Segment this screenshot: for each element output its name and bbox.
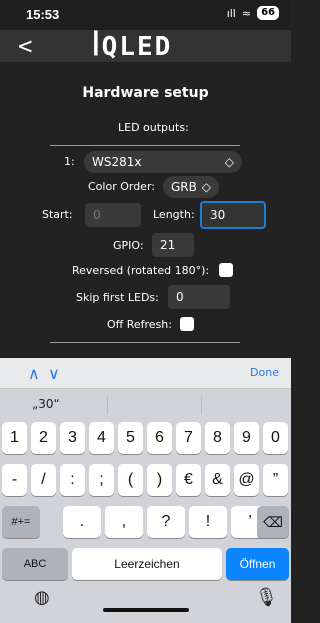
wifi-icon: ≈ bbox=[241, 6, 252, 20]
status-time: 15:53 bbox=[26, 7, 60, 22]
key-7[interactable]: 7 bbox=[176, 422, 201, 454]
hardware-setup-form: Hardware setup LED outputs: 1: WS281x ◇ … bbox=[0, 62, 291, 358]
gpio-label: GPIO: bbox=[113, 239, 144, 252]
key-semicolon[interactable]: ; bbox=[89, 464, 114, 496]
chevron-down-icon[interactable]: ∨ bbox=[48, 364, 60, 383]
globe-icon[interactable]: ◍ bbox=[34, 587, 50, 608]
color-order-label: Color Order: bbox=[88, 180, 155, 193]
key-9[interactable]: 9 bbox=[234, 422, 259, 454]
key-0[interactable]: 0 bbox=[263, 422, 288, 454]
key-paren-open[interactable]: ( bbox=[118, 464, 143, 496]
prediction-bar: „30“ bbox=[0, 388, 291, 422]
keyboard-accessory-bar: ∧ ∨ Done bbox=[0, 358, 291, 389]
key-1[interactable]: 1 bbox=[2, 422, 27, 454]
section-title: LED outputs: bbox=[118, 121, 189, 134]
start-input[interactable]: 0 bbox=[85, 203, 141, 227]
microphone-icon[interactable]: 🎙︎ bbox=[255, 587, 278, 608]
key-5[interactable]: 5 bbox=[118, 422, 143, 454]
space-key[interactable]: Leerzeichen bbox=[72, 548, 222, 580]
key-quote[interactable]: ” bbox=[263, 464, 288, 496]
key-colon[interactable]: : bbox=[60, 464, 85, 496]
signal-icon: ıll bbox=[226, 6, 236, 20]
back-button[interactable]: < bbox=[18, 32, 32, 60]
prediction-separator bbox=[107, 396, 108, 414]
divider bbox=[50, 145, 240, 146]
key-2[interactable]: 2 bbox=[31, 422, 56, 454]
open-key[interactable]: Öffnen bbox=[226, 548, 289, 580]
key-comma[interactable]: , bbox=[105, 506, 143, 538]
off-refresh-label: Off Refresh: bbox=[107, 318, 172, 331]
key-dash[interactable]: - bbox=[2, 464, 27, 496]
start-label: Start: bbox=[42, 208, 73, 221]
gpio-input[interactable]: 21 bbox=[152, 233, 194, 257]
key-more-symbols[interactable]: #+= bbox=[2, 506, 40, 538]
key-paren-close[interactable]: ) bbox=[147, 464, 172, 496]
reversed-label: Reversed (rotated 180°): bbox=[72, 264, 210, 277]
length-input[interactable]: 30 bbox=[200, 201, 266, 229]
abc-key[interactable]: ABC bbox=[2, 548, 68, 580]
app-logo: ꟾQLED bbox=[92, 32, 173, 62]
led-index-label: 1: bbox=[64, 155, 75, 168]
reversed-checkbox[interactable] bbox=[219, 263, 233, 277]
done-button[interactable]: Done bbox=[250, 366, 279, 379]
key-8[interactable]: 8 bbox=[205, 422, 230, 454]
prediction-word[interactable]: „30“ bbox=[32, 397, 60, 411]
key-question[interactable]: ? bbox=[147, 506, 185, 538]
status-bar: 15:53 ıll ≈ 66 bbox=[0, 0, 291, 30]
status-right: ıll ≈ 66 bbox=[227, 6, 279, 20]
page-title: Hardware setup bbox=[82, 85, 209, 101]
keyboard: ∧ ∨ Done „30“ 1 2 3 4 5 6 7 8 9 0 - / : … bbox=[0, 358, 291, 623]
battery-indicator: 66 bbox=[257, 6, 279, 20]
key-period[interactable]: . bbox=[63, 506, 101, 538]
skip-first-input[interactable]: 0 bbox=[168, 285, 230, 309]
key-4[interactable]: 4 bbox=[89, 422, 114, 454]
prediction-separator bbox=[201, 396, 202, 414]
led-type-select[interactable]: WS281x ◇ bbox=[84, 151, 242, 173]
app-header: < ꟾQLED bbox=[0, 30, 291, 62]
backspace-icon[interactable]: ⌫ bbox=[257, 506, 289, 538]
skip-first-label: Skip first LEDs: bbox=[76, 291, 159, 304]
select-arrow-icon: ◇ bbox=[201, 180, 211, 194]
key-euro[interactable]: € bbox=[176, 464, 201, 496]
divider bbox=[50, 342, 240, 343]
key-exclamation[interactable]: ! bbox=[189, 506, 227, 538]
color-order-select[interactable]: GRB ◇ bbox=[163, 176, 219, 198]
key-ampersand[interactable]: & bbox=[205, 464, 230, 496]
color-order-value: GRB bbox=[171, 180, 197, 194]
home-indicator bbox=[103, 608, 189, 612]
key-slash[interactable]: / bbox=[31, 464, 56, 496]
key-at[interactable]: @ bbox=[234, 464, 259, 496]
key-6[interactable]: 6 bbox=[147, 422, 172, 454]
chevron-up-icon[interactable]: ∧ bbox=[28, 364, 40, 383]
key-3[interactable]: 3 bbox=[60, 422, 85, 454]
select-arrow-icon: ◇ bbox=[224, 155, 234, 169]
off-refresh-checkbox[interactable] bbox=[180, 317, 194, 331]
length-label: Length: bbox=[153, 208, 195, 221]
led-type-value: WS281x bbox=[92, 155, 142, 169]
